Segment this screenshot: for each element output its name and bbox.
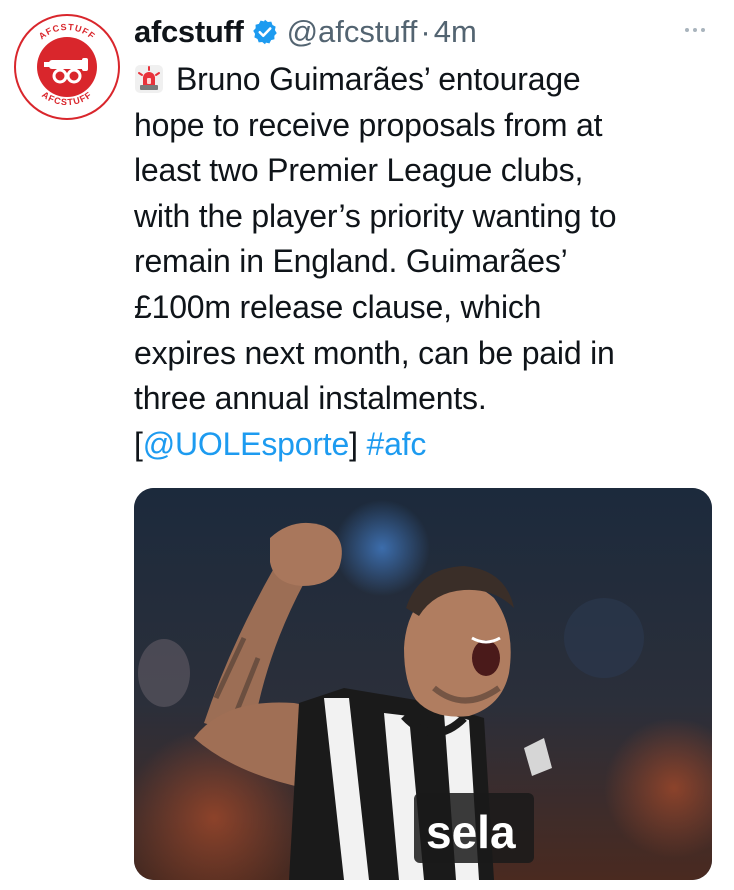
siren-emoji-icon [134,61,164,93]
tweet-line: remain in England. Guimarães’ [134,243,568,280]
verified-badge-icon [251,18,279,46]
shirt-sponsor-text: sela [426,806,516,858]
tweet-line: least two Premier League clubs, [134,152,584,189]
tweet-line: hope to receive proposals from at [134,106,603,143]
tweet-line: three annual instalments. [134,380,487,417]
tweet-line: expires next month, can be paid in [134,334,615,371]
tweet-source-line: [@UOLEsporte] #afc [134,422,724,468]
tweet-line: Bruno Guimarães’ entourage [134,57,724,103]
tweet-media-photo[interactable]: sela [134,488,712,880]
avatar[interactable]: AFCSTUFF AFCSTUFF [14,14,120,120]
user-handle[interactable]: @afcstuff [287,14,418,50]
tweet-line: £100m release clause, which [134,288,542,325]
timestamp[interactable]: 4m [434,14,477,50]
separator-dot: · [420,14,431,49]
tweet-header: afcstuff @afcstuff · 4m [134,10,477,54]
tweet-text: Bruno Guimarães’ entourage hope to recei… [134,57,724,467]
tweet-line: with the player’s priority wanting to [134,197,617,234]
display-name[interactable]: afcstuff [134,14,244,50]
bracket-open: [ [134,425,143,462]
more-options-icon[interactable] [678,18,712,42]
mention-link[interactable]: @UOLEsporte [143,426,350,462]
bracket-close: ] [349,425,358,462]
hashtag-link[interactable]: #afc [366,426,426,462]
